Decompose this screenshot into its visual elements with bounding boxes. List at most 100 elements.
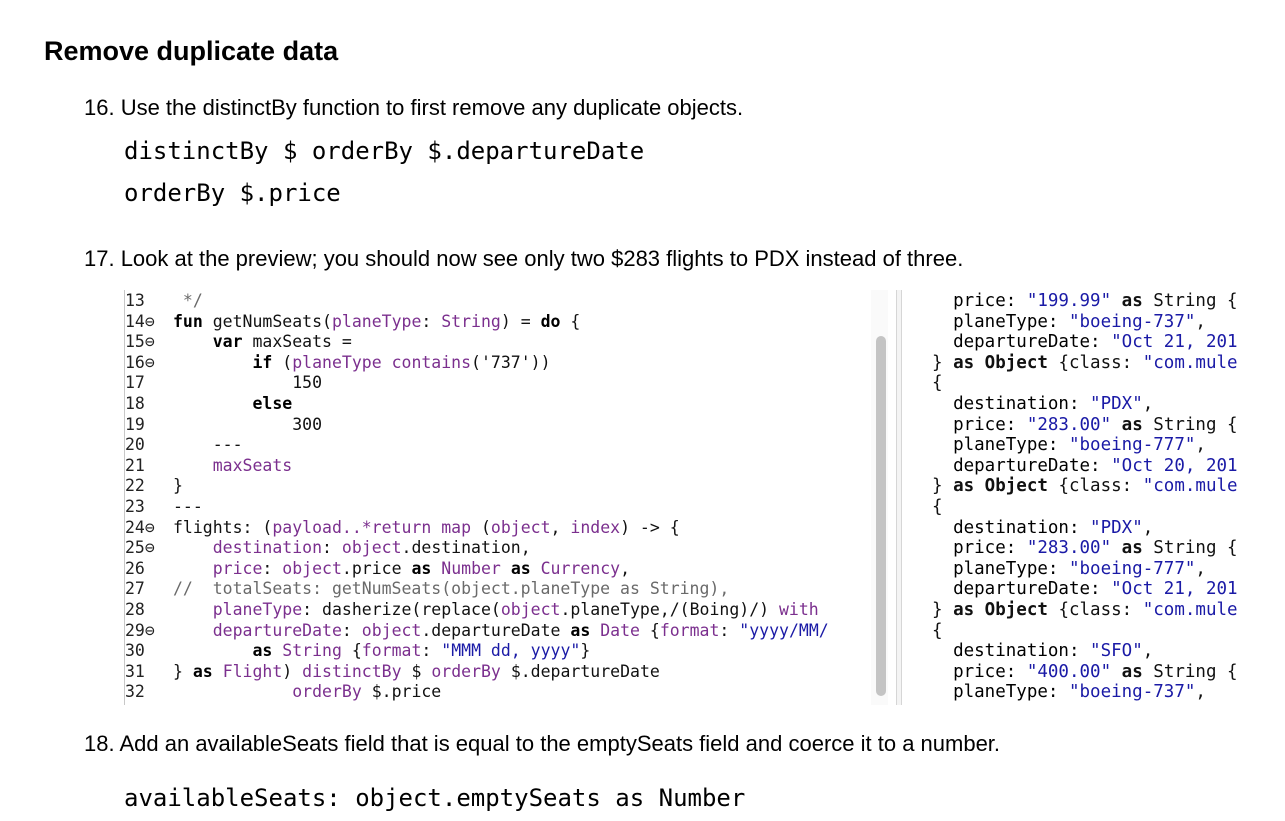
code-token: format bbox=[361, 641, 422, 661]
code-token: } bbox=[173, 661, 193, 681]
preview-token: , bbox=[1195, 558, 1206, 579]
preview-line: planeType: "boeing-777", bbox=[932, 435, 1206, 455]
code-token: : bbox=[719, 620, 740, 640]
preview-token: "400.00" bbox=[1026, 661, 1112, 682]
code-line[interactable]: destination: object.destination, bbox=[173, 538, 531, 557]
preview-token: as Object bbox=[953, 600, 1059, 620]
preview-token: "boeing-737" bbox=[1068, 682, 1196, 703]
preview-line: destination: "PDX", bbox=[932, 518, 1153, 538]
code-token: $ bbox=[411, 661, 432, 681]
code-token: String bbox=[282, 641, 352, 661]
code-line[interactable]: flights: (payload..*return map (object, … bbox=[173, 518, 680, 537]
line-number: 16⊖ bbox=[125, 352, 155, 372]
preview-token: { bbox=[932, 620, 943, 641]
code-token: object bbox=[341, 538, 402, 558]
code-line[interactable]: } bbox=[173, 476, 183, 495]
code-token: as bbox=[252, 641, 283, 661]
code-line[interactable]: else bbox=[173, 394, 292, 413]
preview-token: , bbox=[1195, 311, 1206, 332]
preview-token: as bbox=[1111, 661, 1154, 682]
code-line[interactable]: // totalSeats: getNumSeats(object.planeT… bbox=[173, 579, 729, 598]
preview-token: planeType: bbox=[932, 682, 1069, 703]
line-number: 23 bbox=[125, 497, 145, 516]
line-number: 15⊖ bbox=[125, 332, 155, 352]
preview-token: {class: bbox=[1058, 352, 1143, 373]
code-token: planeType bbox=[212, 600, 303, 619]
line-number: 31 bbox=[125, 661, 145, 681]
code-token: { bbox=[351, 641, 362, 661]
preview-token: } bbox=[932, 476, 954, 497]
preview-token: } bbox=[932, 352, 954, 373]
code-distinct-line1: distinctBy $ orderBy $.departureDate bbox=[124, 137, 645, 165]
preview-token: , bbox=[1142, 394, 1154, 414]
code-token: } bbox=[580, 641, 591, 661]
code-token: .planeType,/(Boing)/) bbox=[560, 600, 779, 619]
code-line[interactable]: */ bbox=[173, 291, 203, 310]
preview-token: price: bbox=[932, 538, 1027, 559]
code-line[interactable]: planeType: dasherize(replace(object.plan… bbox=[173, 600, 819, 619]
editor-scrollbar-thumb[interactable] bbox=[876, 336, 886, 696]
code-token: Flight bbox=[222, 661, 283, 681]
code-line[interactable]: fun getNumSeats(planeType: String) = do … bbox=[173, 312, 580, 331]
preview-token: } bbox=[932, 600, 954, 620]
preview-token: String { bbox=[1153, 414, 1238, 435]
pane-divider[interactable] bbox=[896, 290, 902, 705]
code-line[interactable]: 300 bbox=[173, 415, 322, 434]
preview-token: "Oct 20, 201 bbox=[1111, 455, 1238, 476]
preview-token: price: bbox=[932, 291, 1027, 311]
code-line[interactable]: } as Flight) distinctBy $ orderBy $.depa… bbox=[173, 662, 660, 681]
code-line[interactable]: --- bbox=[173, 435, 243, 454]
line-number: 29⊖ bbox=[125, 620, 155, 640]
code-line[interactable]: departureDate: object.departureDate as D… bbox=[173, 621, 829, 640]
code-token: "MMM dd, yyyy" bbox=[441, 641, 581, 661]
code-line[interactable]: as String {format: "MMM dd, yyyy"} bbox=[173, 641, 590, 660]
preview-line: departureDate: "Oct 21, 201 bbox=[932, 579, 1238, 599]
preview-token: "com.mule bbox=[1142, 600, 1238, 620]
code-token: ( bbox=[480, 517, 491, 537]
preview-token: { bbox=[932, 373, 943, 394]
code-available-seats: availableSeats: object.emptySeats as Num… bbox=[124, 784, 746, 812]
code-line[interactable]: --- bbox=[173, 497, 203, 516]
preview-pane: price: "199.99" as String { planeType: "… bbox=[904, 290, 1255, 705]
preview-line: price: "199.99" as String { bbox=[932, 291, 1238, 311]
preview-token: price: bbox=[932, 661, 1027, 682]
code-distinct-line2: orderBy $.price bbox=[124, 179, 341, 207]
page-title: Remove duplicate data bbox=[44, 36, 339, 66]
preview-token: destination: bbox=[932, 394, 1091, 414]
preview-line: { bbox=[932, 621, 943, 641]
preview-token: {class: bbox=[1058, 476, 1143, 497]
line-number: 30 bbox=[125, 641, 145, 661]
preview-line: departureDate: "Oct 21, 201 bbox=[932, 332, 1238, 352]
code-line[interactable]: if (planeType contains('737')) bbox=[173, 353, 550, 372]
code-token: .departureDate bbox=[421, 620, 571, 640]
code-line[interactable]: var maxSeats = bbox=[173, 332, 352, 351]
code-editor: 13 */14⊖ fun getNumSeats(planeType: Strin… bbox=[124, 290, 889, 705]
preview-token: departureDate: bbox=[932, 332, 1112, 353]
code-line[interactable]: maxSeats bbox=[173, 456, 292, 475]
code-token: fun bbox=[173, 311, 213, 331]
line-number: 20 bbox=[125, 435, 145, 455]
code-line[interactable]: price: object.price as Number as Currenc… bbox=[173, 559, 630, 578]
code-line[interactable]: orderBy $.price bbox=[173, 682, 441, 701]
line-number: 17 bbox=[125, 373, 145, 393]
preview-token: { bbox=[932, 497, 943, 517]
preview-line: } as Object {class: "com.mule bbox=[932, 353, 1238, 373]
code-token: flights: ( bbox=[173, 517, 273, 537]
line-number: 19 bbox=[125, 414, 145, 434]
line-number: 25⊖ bbox=[125, 538, 155, 558]
code-token: // totalSeats: getNumSeats(object.planeT… bbox=[173, 579, 730, 599]
code-line[interactable]: 150 bbox=[173, 373, 322, 392]
preview-token: as bbox=[1111, 291, 1154, 311]
code-token: , bbox=[620, 558, 631, 578]
preview-token: , bbox=[1195, 435, 1206, 456]
code-token: ) bbox=[282, 661, 303, 681]
code-token: var bbox=[212, 332, 253, 352]
preview-line: departureDate: "Oct 20, 201 bbox=[932, 456, 1238, 476]
preview-token: "PDX" bbox=[1090, 517, 1143, 538]
code-token: maxSeats bbox=[212, 455, 293, 475]
